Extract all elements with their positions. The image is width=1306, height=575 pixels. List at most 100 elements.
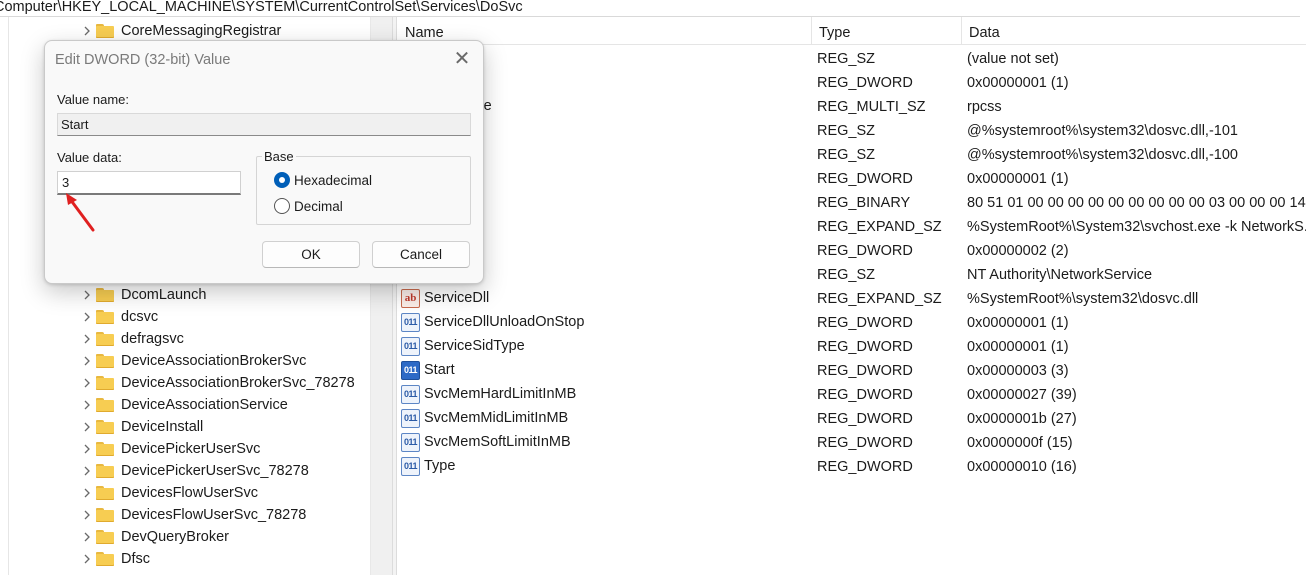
- value-data-label: Value data:: [57, 150, 122, 165]
- tree-item[interactable]: DevicePickerUserSvc_78278: [80, 460, 309, 482]
- radio-unselected-icon: [274, 198, 290, 214]
- table-row[interactable]: abOnServiceREG_MULTI_SZrpcss: [397, 94, 1306, 118]
- table-row[interactable]: abREG_SZ(value not set): [397, 46, 1306, 70]
- table-row[interactable]: 011 ServiceSidType REG_DWORD 0x00000001 (1): [397, 334, 1306, 358]
- tree-item-label: DeviceAssociationService: [121, 397, 288, 413]
- folder-icon: [96, 376, 114, 390]
- radio-hexadecimal[interactable]: Hexadecimal: [274, 172, 372, 188]
- value-data-cell: 0x00000001 (1): [967, 315, 1069, 331]
- value-data-cell: 0x00000027 (39): [967, 387, 1077, 403]
- chevron-right-icon[interactable]: [80, 24, 94, 38]
- table-row[interactable]: 011 SvcMemHardLimitInMB REG_DWORD 0x0000002…: [397, 382, 1306, 406]
- tree-item[interactable]: DeviceAssociationService: [80, 394, 288, 416]
- tree-item[interactable]: DevicesFlowUserSvc: [80, 482, 258, 504]
- tree-item-label: CoreMessagingRegistrar: [121, 23, 282, 39]
- value-name-cell: 011 SvcMemSoftLimitInMB: [401, 430, 811, 454]
- table-row[interactable]: 011 SvcMemSoftLimitInMB REG_DWORD 0x0000000…: [397, 430, 1306, 454]
- values-list[interactable]: Name Type Data ab REG_SZ (value not set) 01…: [397, 17, 1306, 575]
- tree-item[interactable]: Dfsc: [80, 548, 150, 570]
- tree-item-label: Dfsc: [121, 551, 150, 567]
- tree-item[interactable]: DcomLaunch: [80, 284, 206, 306]
- value-data-cell: NT Authority\NetworkService: [967, 267, 1153, 283]
- folder-icon: [96, 332, 114, 346]
- value-type-cell: REG_DWORD: [817, 243, 913, 259]
- table-row[interactable]: 011 ServiceDllUnloadOnStop REG_DWORD 0x0000…: [397, 310, 1306, 334]
- tree-item[interactable]: DeviceInstall: [80, 416, 203, 438]
- table-row[interactable]: 011trolREG_DWORD0x00000001 (1): [397, 166, 1306, 190]
- chevron-right-icon[interactable]: [80, 288, 94, 302]
- value-name-cell: ab ServiceDll: [401, 286, 811, 310]
- tree-item-label: DeviceAssociationBrokerSvc: [121, 353, 307, 369]
- tree-item[interactable]: DeviceAssociationBrokerSvc: [80, 350, 306, 372]
- table-row[interactable]: 011 Start REG_DWORD 0x00000003 (3): [397, 358, 1306, 382]
- value-type-cell: REG_DWORD: [817, 459, 913, 475]
- value-name: SvcMemSoftLimitInMB: [424, 434, 571, 450]
- tree-item[interactable]: DevicePickerUserSvc: [80, 438, 260, 460]
- folder-icon: [96, 530, 114, 544]
- value-name-field: Start: [57, 113, 471, 136]
- value-data-cell: rpcss: [967, 99, 1002, 115]
- value-type-cell: REG_DWORD: [817, 411, 913, 427]
- value-name: SvcMemHardLimitInMB: [424, 386, 577, 402]
- tree-item[interactable]: DevicesFlowUserSvc_78278: [80, 504, 306, 526]
- chevron-right-icon[interactable]: [80, 552, 94, 566]
- value-type-cell: REG_DWORD: [817, 75, 913, 91]
- column-header-type[interactable]: Type: [811, 17, 850, 45]
- tree-item[interactable]: DeviceAssociationBrokerSvc_78278: [80, 372, 355, 394]
- close-icon[interactable]: ✕: [453, 49, 471, 69]
- value-data-cell: 0x00000001 (1): [967, 339, 1069, 355]
- value-name: SvcMemMidLimitInMB: [424, 410, 569, 426]
- value-name: ServiceDllUnloadOnStop: [424, 314, 585, 330]
- value-type-cell: REG_SZ: [817, 147, 876, 163]
- chevron-right-icon[interactable]: [80, 310, 94, 324]
- cancel-button[interactable]: Cancel: [372, 241, 470, 268]
- tree-item[interactable]: dcsvc: [80, 306, 158, 328]
- tree-item[interactable]: DevQueryBroker: [80, 526, 229, 548]
- base-group: [256, 156, 471, 225]
- table-row[interactable]: 011 Type REG_DWORD 0x00000010 (16): [397, 454, 1306, 478]
- ok-button[interactable]: OK: [262, 241, 360, 268]
- value-type-cell: REG_DWORD: [817, 315, 913, 331]
- table-row[interactable]: abthREG_EXPAND_SZ%SystemRoot%\System32\s…: [397, 214, 1306, 238]
- value-data-cell: 80 51 01 00 00 00 00 00 00 00 00 00 03 0…: [967, 195, 1306, 211]
- chevron-right-icon[interactable]: [80, 354, 94, 368]
- column-header-data[interactable]: Data: [961, 17, 1000, 45]
- value-name-cell: 011 ServiceDllUnloadOnStop: [401, 310, 811, 334]
- chevron-right-icon[interactable]: [80, 398, 94, 412]
- folder-icon: [96, 552, 114, 566]
- address-bar[interactable]: Computer\HKEY_LOCAL_MACHINE\SYSTEM\Curre…: [0, 0, 1300, 17]
- table-row[interactable]: 011AutostartREG_DWORD0x00000001 (1): [397, 70, 1306, 94]
- value-name-cell: 011 ServiceSidType: [401, 334, 811, 358]
- value-type-cell: REG_SZ: [817, 267, 876, 283]
- table-row[interactable]: 011 SvcMemMidLimitInMB REG_DWORD 0x0000001b…: [397, 406, 1306, 430]
- chevron-right-icon[interactable]: [80, 464, 94, 478]
- table-row[interactable]: 011tionsREG_BINARY80 51 01 00 00 00 00 0…: [397, 190, 1306, 214]
- table-row[interactable]: abameREG_SZNT Authority\NetworkService: [397, 262, 1306, 286]
- tree-item-label: DcomLaunch: [121, 287, 207, 303]
- table-row[interactable]: ab ServiceDll REG_EXPAND_SZ %SystemRoot%\sy…: [397, 286, 1306, 310]
- value-name-cell: 011 Type: [401, 454, 811, 478]
- tree-item[interactable]: CoreMessagingRegistrar: [80, 20, 281, 42]
- chevron-right-icon[interactable]: [80, 376, 94, 390]
- tree-item-label: DevicesFlowUserSvc: [121, 485, 258, 501]
- value-data-cell: (value not set): [967, 51, 1059, 67]
- chevron-right-icon[interactable]: [80, 486, 94, 500]
- tree-item-label: DevicePickerUserSvc_78278: [121, 463, 309, 479]
- chevron-right-icon[interactable]: [80, 530, 94, 544]
- chevron-right-icon[interactable]: [80, 420, 94, 434]
- table-row[interactable]: abameREG_SZ@%systemroot%\system32\dosvc.…: [397, 142, 1306, 166]
- chevron-right-icon[interactable]: [80, 442, 94, 456]
- binary-value-icon: 011: [401, 384, 420, 404]
- table-row[interactable]: abionREG_SZ@%systemroot%\system32\dosvc.…: [397, 118, 1306, 142]
- radio-decimal[interactable]: Decimal: [274, 198, 343, 214]
- folder-icon: [96, 310, 114, 324]
- chevron-right-icon[interactable]: [80, 332, 94, 346]
- table-row[interactable]: 011otectedREG_DWORD0x00000002 (2): [397, 238, 1306, 262]
- tree-item-label: DevicePickerUserSvc: [121, 441, 261, 457]
- value-data-cell: @%systemroot%\system32\dosvc.dll,-101: [967, 123, 1238, 139]
- value-data-cell: %SystemRoot%\system32\dosvc.dll: [967, 291, 1199, 307]
- value-name: Type: [424, 458, 456, 474]
- tree-item[interactable]: defragsvc: [80, 328, 184, 350]
- edit-dword-dialog: Edit DWORD (32-bit) Value ✕ Value name: …: [44, 40, 484, 284]
- chevron-right-icon[interactable]: [80, 508, 94, 522]
